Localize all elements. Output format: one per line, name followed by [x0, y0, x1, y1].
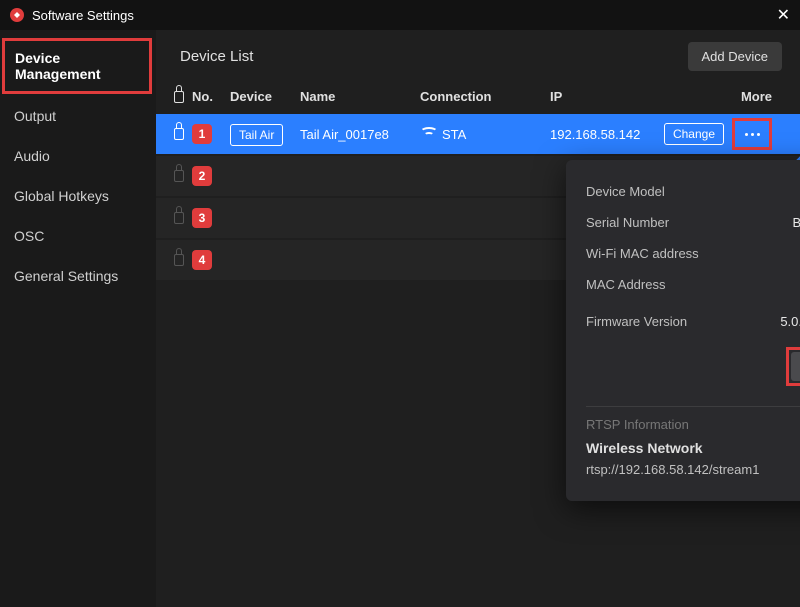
- device-name: Tail Air_0017e8: [300, 127, 420, 142]
- sidebar-item-general-settings[interactable]: General Settings: [0, 256, 156, 296]
- col-device: Device: [230, 89, 300, 104]
- sidebar-item-label: Audio: [14, 148, 50, 164]
- col-no: No.: [192, 89, 230, 104]
- row-index-badge: 2: [192, 166, 212, 186]
- wifimac-label: Wi-Fi MAC address: [586, 246, 699, 261]
- titlebar: Software Settings ✕: [0, 0, 800, 30]
- device-tag: Tail Air: [230, 124, 283, 146]
- divider: [586, 406, 800, 407]
- app-logo-icon: [10, 8, 24, 22]
- serial-value: BMOSZHF8081SQW: [792, 215, 800, 230]
- lock-icon[interactable]: [174, 212, 184, 224]
- lock-icon[interactable]: [174, 170, 184, 182]
- row-index-badge: 1: [192, 124, 212, 144]
- more-icon[interactable]: [737, 122, 767, 146]
- table-row[interactable]: 1 Tail Air Tail Air_0017e8 STA 192.168.5…: [156, 114, 800, 154]
- table-header: No. Device Name Connection IP More: [156, 79, 800, 114]
- page-title: Device List: [180, 48, 253, 65]
- mac-label: MAC Address: [586, 277, 665, 292]
- row-index-badge: 4: [192, 250, 212, 270]
- ip-address: 192.168.58.142: [550, 127, 660, 142]
- sidebar-item-global-hotkeys[interactable]: Global Hotkeys: [0, 176, 156, 216]
- col-lock: [166, 91, 192, 103]
- sidebar-item-label: General Settings: [14, 268, 118, 284]
- sidebar-item-device-management[interactable]: Device Management: [2, 38, 152, 94]
- rtsp-url: rtsp://192.168.58.142/stream1: [586, 462, 759, 477]
- rtsp-network-label: Wireless Network: [586, 440, 800, 456]
- rtsp-section-title: RTSP Information: [586, 417, 800, 432]
- sidebar-item-label: Output: [14, 108, 56, 124]
- connection-cell: STA: [420, 127, 550, 142]
- sidebar-item-audio[interactable]: Audio: [0, 136, 156, 176]
- close-icon[interactable]: ✕: [777, 5, 790, 25]
- sidebar-item-output[interactable]: Output: [0, 96, 156, 136]
- row-index-badge: 3: [192, 208, 212, 228]
- col-name: Name: [300, 89, 420, 104]
- lock-icon[interactable]: [174, 128, 184, 140]
- lock-icon[interactable]: [174, 254, 184, 266]
- firmware-value: 5.0.9.1: [780, 314, 800, 329]
- sidebar-item-label: Global Hotkeys: [14, 188, 109, 204]
- connection-label: STA: [442, 127, 466, 142]
- col-ip: IP: [550, 89, 660, 104]
- change-button[interactable]: Change: [664, 123, 724, 145]
- serial-label: Serial Number: [586, 215, 669, 230]
- content-header: Device List Add Device: [156, 30, 800, 79]
- add-device-button[interactable]: Add Device: [688, 42, 782, 71]
- content-area: Device List Add Device No. Device Name C…: [156, 30, 800, 607]
- lock-icon: [174, 91, 184, 103]
- device-model-label: Device Model: [586, 184, 665, 199]
- col-more: More: [660, 89, 782, 104]
- sidebar: Device Management Output Audio Global Ho…: [0, 30, 156, 607]
- wifi-icon: [420, 127, 436, 139]
- sidebar-item-label: OSC: [14, 228, 44, 244]
- sidebar-item-osc[interactable]: OSC: [0, 216, 156, 256]
- col-connection: Connection: [420, 89, 550, 104]
- manual-upgrade-button[interactable]: Manual Upgrade: [791, 352, 800, 381]
- window-title: Software Settings: [32, 8, 134, 23]
- firmware-label: Firmware Version: [586, 314, 687, 329]
- sidebar-item-label: Device Management: [15, 50, 101, 82]
- device-details-popover: Device ModelOSB-2018-CW Serial NumberBMO…: [566, 160, 800, 501]
